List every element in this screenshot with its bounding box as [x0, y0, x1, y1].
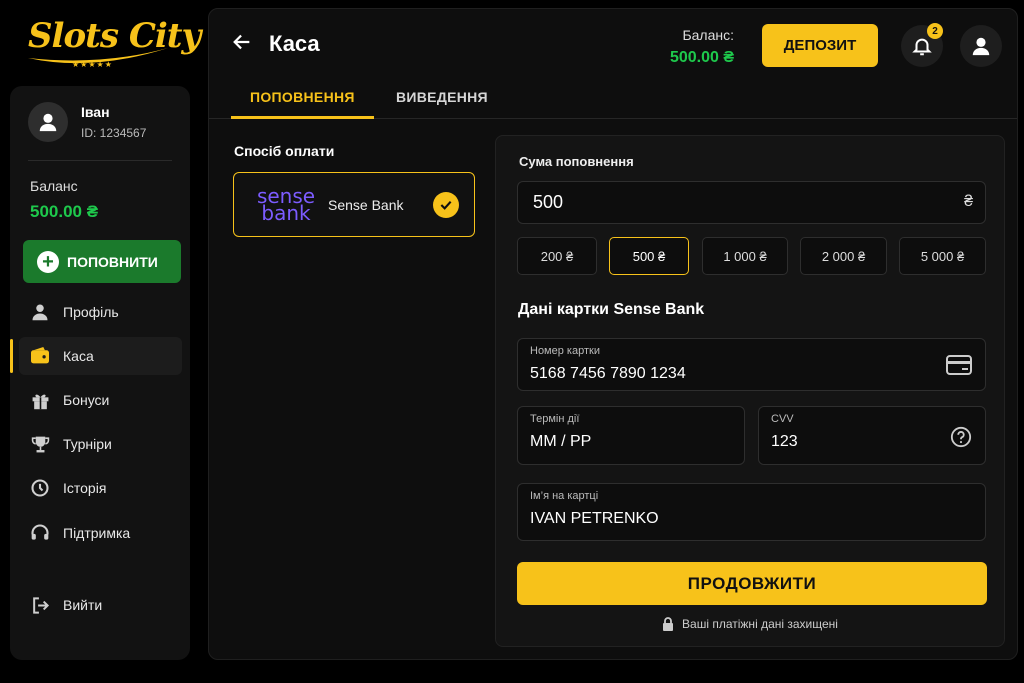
sidebar-item-bonuses[interactable]: Бонуси [19, 381, 182, 419]
page-title: Каса [269, 31, 320, 56]
brand-stars: ★★★★★ [72, 60, 113, 69]
arrow-left-icon [233, 34, 250, 50]
sidebar-balance-label: Баланс [30, 178, 78, 194]
quick-amount-5000[interactable]: 5 000 ₴ [899, 237, 986, 275]
sidebar-item-cashier[interactable]: Каса [10, 337, 182, 375]
user-card: Іван ID: 1234567 [28, 102, 146, 142]
deposit-button[interactable]: ДЕПОЗИТ [762, 24, 878, 67]
check-icon [433, 192, 459, 218]
user-icon [39, 113, 57, 132]
cardholder-name-label: Ім’я на картці [530, 490, 599, 502]
main-panel: Каса Баланс: 500.00 ₴ ДЕПОЗИТ 2 ПОПОВНЕН… [208, 8, 1018, 660]
sidebar-item-label: Каса [63, 348, 94, 364]
expiry-value: MM / PP [530, 433, 592, 450]
tab-withdraw[interactable]: ВИВЕДЕННЯ [396, 89, 488, 105]
card-number-field[interactable]: Номер картки 5168 7456 7890 1234 [517, 338, 986, 391]
quick-amount-200[interactable]: 200 ₴ [517, 237, 597, 275]
sidebar-divider [28, 160, 172, 161]
brand-name: Slots City [28, 16, 201, 56]
payment-method-name: Sense Bank [328, 196, 404, 213]
amount-input[interactable]: 500 ₴ [517, 181, 986, 224]
back-button[interactable] [231, 31, 253, 58]
sidebar-item-label: Турніри [63, 436, 112, 452]
sidebar-item-label: Підтримка [63, 525, 131, 541]
cashier-tabs: ПОПОВНЕННЯ ВИВЕДЕННЯ [209, 81, 1017, 119]
sidebar-item-profile[interactable]: Профіль [19, 293, 182, 331]
header-balance-value: 500.00 ₴ [669, 49, 734, 66]
secure-note: Ваші платіжні дані захищені [496, 617, 1004, 631]
sidebar-item-label: Історія [63, 480, 107, 496]
logout-label: Вийти [63, 597, 103, 613]
sidebar-item-tournaments[interactable]: Турніри [19, 425, 182, 463]
brand-logo[interactable]: Slots City ★★★★★ [22, 14, 201, 76]
continue-button[interactable]: ПРОДОВЖИТИ [517, 562, 987, 605]
sidebar-item-history[interactable]: Історія [19, 469, 182, 507]
currency-symbol: ₴ [964, 193, 973, 210]
profile-button[interactable] [960, 25, 1002, 67]
sidebar-balance-value: 500.00 ₴ [30, 202, 99, 221]
amount-value: 500 [533, 192, 564, 212]
sidebar-item-label: Бонуси [63, 392, 110, 408]
amount-label: Сума поповнення [519, 154, 634, 169]
help-icon[interactable] [950, 426, 972, 453]
credit-card-icon [946, 354, 972, 381]
topup-button-label: ПОПОВНИТИ [67, 253, 158, 270]
deposit-form: Сума поповнення 500 ₴ 200 ₴ 500 ₴ 1 000 … [495, 135, 1005, 647]
lock-icon [662, 617, 674, 631]
expiry-field[interactable]: Термін дії MM / PP [517, 406, 745, 465]
secure-text: Ваші платіжні дані захищені [682, 617, 838, 631]
card-number-label: Номер картки [530, 345, 600, 357]
cvv-field[interactable]: CVV 123 [758, 406, 986, 465]
plus-circle-icon: + [37, 250, 59, 273]
cvv-value: 123 [771, 433, 798, 450]
sense-logo-bottom: bank [261, 200, 311, 225]
bell-icon [912, 38, 932, 56]
headset-icon [30, 523, 50, 543]
user-name: Іван [81, 104, 110, 120]
gift-icon [30, 390, 50, 410]
sidebar: Іван ID: 1234567 Баланс 500.00 ₴ + ПОПОВ… [10, 86, 190, 660]
payment-method-sense-bank[interactable]: sense bank Sense Bank [233, 172, 475, 237]
history-icon [30, 478, 50, 498]
logout-icon [30, 595, 50, 615]
user-icon [30, 302, 50, 322]
notification-count-badge: 2 [927, 23, 943, 39]
cvv-label: CVV [771, 413, 794, 425]
avatar [28, 102, 68, 142]
cardholder-name-field[interactable]: Ім’я на картці IVAN PETRENKO [517, 483, 986, 541]
active-tab-indicator [231, 116, 374, 119]
user-id: ID: 1234567 [81, 126, 147, 140]
card-details-title: Дані картки Sense Bank [518, 301, 705, 318]
topup-button[interactable]: + ПОПОВНИТИ [23, 240, 181, 283]
quick-amount-2000[interactable]: 2 000 ₴ [800, 237, 887, 275]
user-icon [972, 37, 990, 56]
header-balance-label: Баланс: [682, 27, 734, 43]
wallet-icon [30, 346, 50, 366]
notifications-button[interactable]: 2 [901, 23, 943, 67]
logout-button[interactable]: Вийти [19, 586, 182, 624]
payment-method-label: Спосіб оплати [234, 143, 335, 159]
quick-amount-500[interactable]: 500 ₴ [609, 237, 689, 275]
tab-deposit[interactable]: ПОПОВНЕННЯ [250, 89, 355, 105]
trophy-icon [30, 434, 50, 454]
card-number-value: 5168 7456 7890 1234 [530, 365, 686, 382]
expiry-label: Термін дії [530, 413, 580, 425]
quick-amount-1000[interactable]: 1 000 ₴ [702, 237, 788, 275]
sense-bank-logo: sense bank [256, 186, 316, 225]
sidebar-item-support[interactable]: Підтримка [19, 514, 182, 552]
cardholder-name-value: IVAN PETRENKO [530, 510, 659, 527]
sidebar-item-label: Профіль [63, 304, 119, 320]
